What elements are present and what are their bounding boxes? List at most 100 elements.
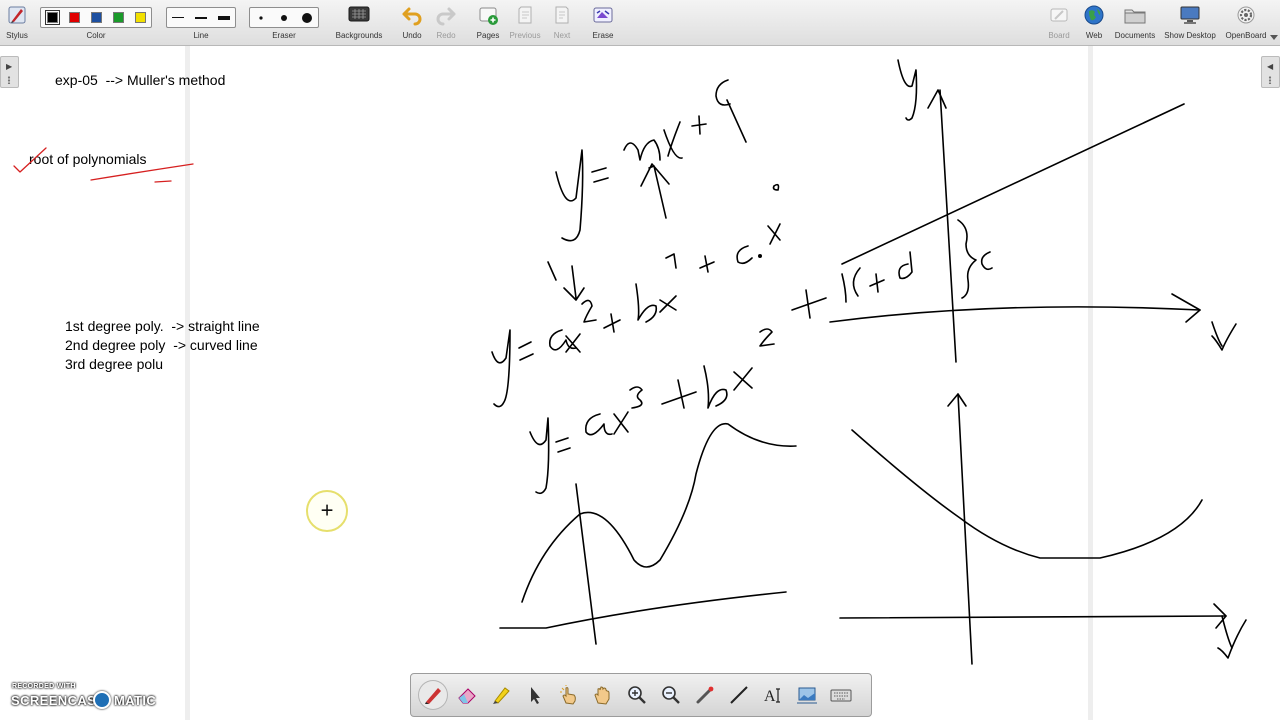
gear-icon bbox=[1237, 6, 1255, 24]
red-checkmark-annotation bbox=[13, 147, 194, 183]
backgrounds-label: Backgrounds bbox=[335, 31, 383, 40]
next-page-button[interactable]: Next bbox=[548, 2, 576, 43]
add-page-icon bbox=[479, 7, 498, 25]
color-picker: Color bbox=[40, 2, 152, 43]
previous-label: Previous bbox=[509, 31, 541, 40]
line-medium-icon[interactable] bbox=[194, 15, 207, 21]
web-label: Web bbox=[1085, 31, 1103, 40]
stylus-label: Stylus bbox=[6, 31, 28, 40]
undo-icon bbox=[402, 7, 422, 26]
web-button[interactable]: Web bbox=[1079, 2, 1109, 43]
stylus-icon bbox=[8, 6, 26, 24]
text-tool-icon: A bbox=[764, 688, 780, 705]
zoom-in-icon bbox=[628, 686, 646, 704]
documents-folder-icon bbox=[1124, 9, 1146, 24]
documents-button[interactable]: Documents bbox=[1112, 2, 1158, 43]
redo-icon bbox=[436, 7, 456, 26]
virtual-keyboard-button[interactable] bbox=[826, 680, 856, 710]
interact-tool-button[interactable] bbox=[554, 680, 584, 710]
laser-pointer-icon bbox=[696, 686, 714, 704]
eraser-medium-icon[interactable] bbox=[278, 12, 290, 24]
stylus-button[interactable]: Stylus bbox=[2, 2, 32, 43]
tools-palette: A bbox=[410, 673, 872, 717]
watermark-brand-left: SCREENCAST bbox=[11, 693, 105, 708]
openboard-menu-button[interactable]: OpenBoard bbox=[1222, 2, 1270, 43]
zoom-out-icon bbox=[662, 686, 680, 704]
color-label: Color bbox=[86, 31, 106, 40]
text-tool-button[interactable]: A bbox=[758, 680, 788, 710]
watermark-brand-right: MATIC bbox=[114, 693, 157, 708]
board-label: Board bbox=[1048, 31, 1070, 40]
sketch-graph-linear bbox=[829, 59, 1237, 363]
show-desktop-button[interactable]: Show Desktop bbox=[1160, 2, 1220, 43]
pen-tool-button[interactable] bbox=[418, 680, 448, 710]
line-thin-icon[interactable] bbox=[172, 15, 185, 21]
line-label: Line bbox=[193, 31, 209, 40]
pan-tool-button[interactable] bbox=[588, 680, 618, 710]
screencast-watermark: RECORDED WITH SCREENCAST MATIC bbox=[10, 681, 160, 715]
line-width-picker: Line bbox=[166, 2, 236, 43]
eraser-tool-icon bbox=[458, 688, 476, 704]
eraser-label: Eraser bbox=[272, 31, 296, 40]
main-toolbar: Stylus Color Line Eraser Backgrounds Und… bbox=[0, 0, 1280, 46]
globe-icon bbox=[1084, 5, 1104, 25]
erase-label: Erase bbox=[592, 31, 614, 40]
undo-button[interactable]: Undo bbox=[398, 2, 426, 43]
board-icon bbox=[1050, 8, 1068, 22]
backgrounds-icon bbox=[348, 6, 370, 22]
selector-tool-icon bbox=[531, 687, 540, 704]
backgrounds-button[interactable]: Backgrounds bbox=[333, 2, 385, 43]
previous-page-icon bbox=[518, 6, 532, 24]
eraser-size-picker: Eraser bbox=[249, 2, 319, 43]
eraser-size-group bbox=[249, 7, 319, 28]
color-swatch-blue[interactable] bbox=[90, 12, 102, 23]
selector-tool-button[interactable] bbox=[520, 680, 550, 710]
documents-label: Documents bbox=[1114, 31, 1156, 40]
pan-hand-icon bbox=[594, 686, 610, 705]
pointer-highlight: + bbox=[306, 490, 348, 532]
color-swatch-yellow[interactable] bbox=[134, 12, 146, 23]
monitor-icon bbox=[1180, 6, 1200, 24]
eraser-tool-button[interactable] bbox=[452, 680, 482, 710]
pages-label: Pages bbox=[476, 31, 500, 40]
pen-tool-icon bbox=[425, 688, 441, 704]
line-thick-icon[interactable] bbox=[217, 15, 230, 21]
board-button[interactable]: Board bbox=[1044, 2, 1074, 43]
marker-tool-icon bbox=[493, 687, 510, 704]
marker-tool-button[interactable] bbox=[486, 680, 516, 710]
line-tool-button[interactable] bbox=[724, 680, 754, 710]
eraser-small-icon[interactable] bbox=[255, 12, 267, 24]
pages-button[interactable]: Pages bbox=[472, 2, 504, 43]
zoom-out-button[interactable] bbox=[656, 680, 686, 710]
sketch-graph-quadratic bbox=[839, 393, 1247, 665]
interact-hand-icon bbox=[560, 685, 576, 705]
zoom-in-button[interactable] bbox=[622, 680, 652, 710]
watermark-logo-icon bbox=[93, 691, 111, 709]
line-width-group bbox=[166, 7, 236, 28]
svg-text:A: A bbox=[764, 688, 776, 705]
laser-pointer-button[interactable] bbox=[690, 680, 720, 710]
next-page-icon bbox=[555, 6, 569, 24]
capture-tool-icon bbox=[797, 687, 817, 704]
erase-button[interactable]: Erase bbox=[588, 2, 618, 43]
erase-page-icon bbox=[593, 7, 613, 23]
handwriting-linear-equation bbox=[555, 79, 747, 242]
capture-tool-button[interactable] bbox=[792, 680, 822, 710]
color-swatch-green[interactable] bbox=[112, 12, 124, 23]
virtual-keyboard-icon bbox=[830, 689, 852, 702]
previous-page-button[interactable]: Previous bbox=[508, 2, 542, 43]
sketch-graph-cubic bbox=[499, 423, 797, 645]
eraser-large-icon[interactable] bbox=[301, 12, 313, 24]
show-desktop-label: Show Desktop bbox=[1164, 31, 1216, 40]
color-swatch-black[interactable] bbox=[44, 10, 60, 25]
redo-button[interactable]: Redo bbox=[432, 2, 460, 43]
color-swatch-group bbox=[40, 7, 152, 28]
handwriting-quadratic-equation bbox=[491, 183, 781, 408]
crosshair-cursor-icon: + bbox=[320, 497, 334, 523]
openboard-label: OpenBoard bbox=[1225, 31, 1267, 40]
next-label: Next bbox=[553, 31, 571, 40]
handwriting-cubic-equation bbox=[529, 251, 913, 495]
color-swatch-red[interactable] bbox=[68, 12, 80, 23]
undo-label: Undo bbox=[402, 31, 422, 40]
ink-layer bbox=[13, 59, 1247, 665]
